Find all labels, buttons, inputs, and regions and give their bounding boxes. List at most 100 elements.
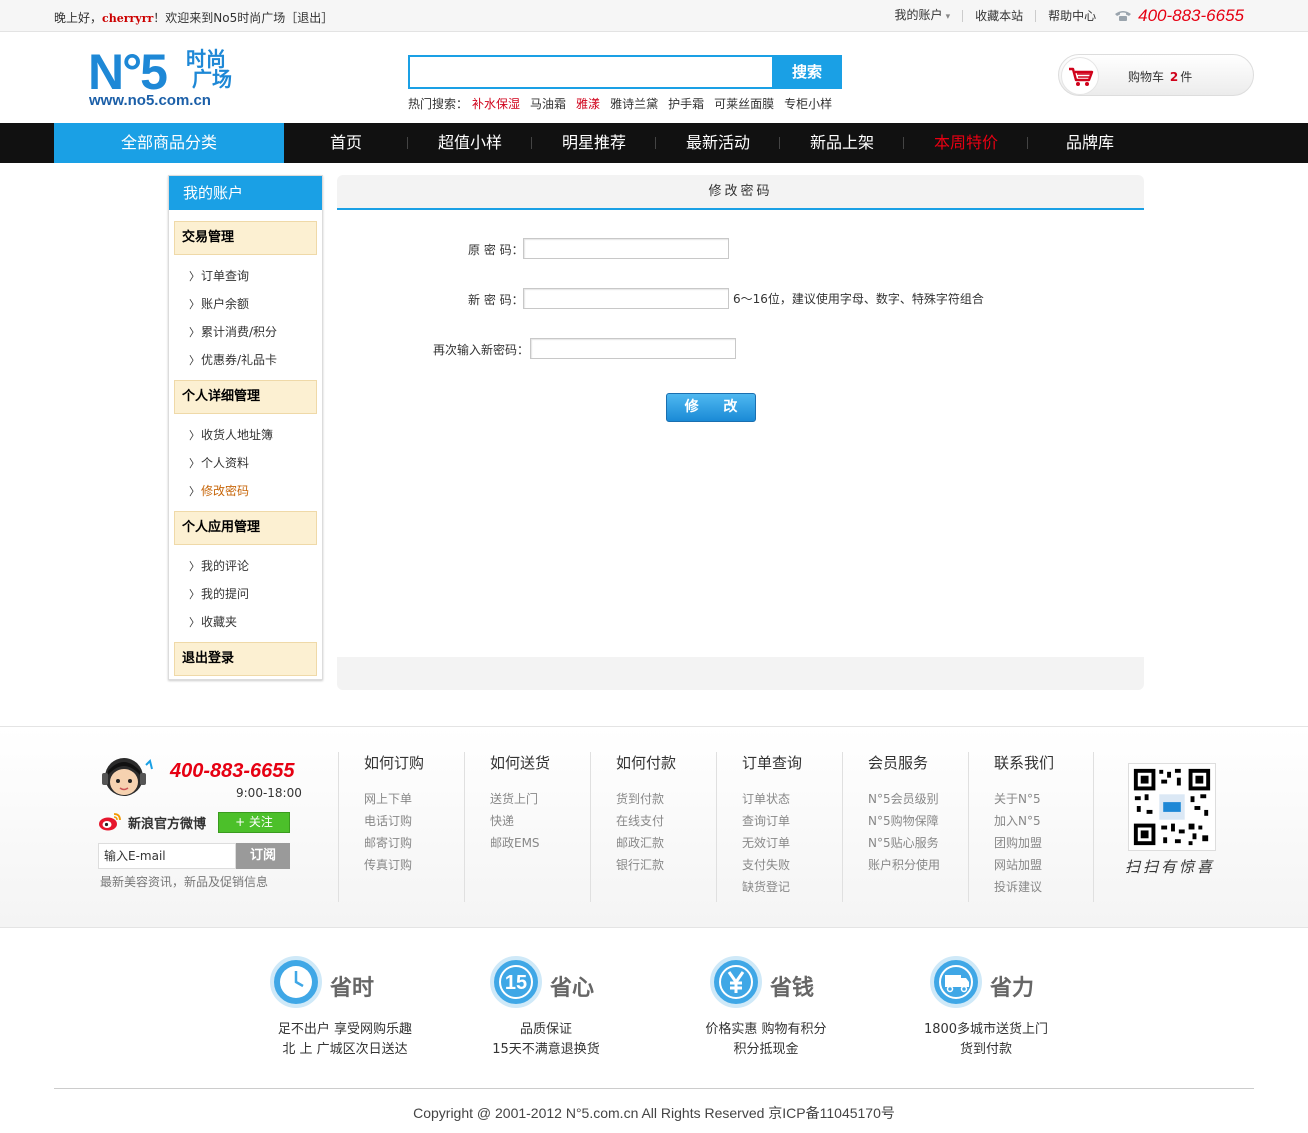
sidebar-item-my-reviews[interactable]: 〉我的评论 [189, 552, 322, 580]
follow-button[interactable]: + 关注 [218, 812, 290, 833]
sidebar-list-personal: 〉收货人地址簿 〉个人资料 〉修改密码 [169, 414, 322, 505]
customer-service-icon [102, 758, 153, 796]
footer-link[interactable]: 在线支付 [616, 810, 716, 832]
footer-link[interactable]: N°5会员级别 [868, 788, 968, 810]
footer-link[interactable]: 团购加盟 [994, 832, 1093, 854]
footer-link[interactable]: 快递 [490, 810, 590, 832]
footer-link[interactable]: 投诉建议 [994, 876, 1093, 898]
favorite-site-link[interactable]: 收藏本站 [962, 10, 1035, 22]
footer-link[interactable]: 支付失败 [742, 854, 842, 876]
sidebar-logout[interactable]: 退出登录 [174, 642, 317, 676]
sidebar-item-points[interactable]: 〉累计消费/积分 [189, 318, 322, 346]
hot-term[interactable]: 专柜小样 [784, 97, 832, 111]
sidebar-item-profile[interactable]: 〉个人资料 [189, 449, 322, 477]
submit-change-button[interactable]: 修 改 [666, 393, 756, 422]
nav-item-new-arrivals[interactable]: 新品上架 [780, 123, 904, 163]
benefit-desc: 价格实惠 购物有积分 积分抵现金 [656, 1020, 876, 1060]
greeting-suffix[interactable]: ！欢迎来到No5时尚广场［退出］ [153, 11, 333, 25]
nav-item-star-picks[interactable]: 明星推荐 [532, 123, 656, 163]
sidebar-item-label: 个人资料 [201, 456, 250, 470]
footer-link[interactable]: N°5购物保障 [868, 810, 968, 832]
nav-item-home[interactable]: 首页 [284, 123, 408, 163]
old-password-field[interactable] [523, 238, 729, 259]
nav-item-latest-events[interactable]: 最新活动 [656, 123, 780, 163]
chevron-right-icon: 〉 [189, 588, 200, 601]
footer-col-title: 会员服务 [868, 754, 929, 772]
benefit-line: 足不出户 享受网购乐趣 [277, 1022, 413, 1037]
search-box: 搜索 [408, 55, 842, 89]
hot-term[interactable]: 护手霜 [668, 97, 704, 111]
service-phone: 400-883-6655 [170, 760, 295, 782]
footer-link[interactable]: 送货上门 [490, 788, 590, 810]
benefit-line: 品质保证 [519, 1022, 572, 1037]
weibo-link[interactable]: 新浪官方微博 [98, 812, 206, 832]
chevron-right-icon: 〉 [189, 326, 200, 339]
yen-icon [710, 956, 762, 1008]
footer-link[interactable]: 缺货登记 [742, 876, 842, 898]
top-phone: 400-883-6655 [1108, 6, 1244, 26]
sidebar-item-orders[interactable]: 〉订单查询 [189, 262, 322, 290]
all-categories-button[interactable]: 全部商品分类 [54, 123, 284, 163]
sidebar-list-trade: 〉订单查询 〉账户余额 〉累计消费/积分 〉优惠券/礼品卡 [169, 255, 322, 374]
footer-link[interactable]: N°5贴心服务 [868, 832, 968, 854]
email-field[interactable]: 输入E-mail [98, 843, 236, 869]
new-password-field[interactable] [523, 288, 729, 309]
footer-link[interactable]: 货到付款 [616, 788, 716, 810]
top-bar: 晚上好，cherryrr！欢迎来到No5时尚广场［退出］ 我的账户 ▾ 收藏本站 … [0, 0, 1308, 32]
footer-link[interactable]: 无效订单 [742, 832, 842, 854]
sidebar-item-address-book[interactable]: 〉收货人地址簿 [189, 421, 322, 449]
sidebar-item-coupons[interactable]: 〉优惠券/礼品卡 [189, 346, 322, 374]
sidebar-item-balance[interactable]: 〉账户余额 [189, 290, 322, 318]
search-button[interactable]: 搜索 [772, 55, 842, 89]
footer-link[interactable]: 关于N°5 [994, 788, 1093, 810]
chevron-right-icon: 〉 [189, 429, 200, 442]
sidebar-list-apps: 〉我的评论 〉我的提问 〉收藏夹 [169, 545, 322, 636]
footer-link[interactable]: 网站加盟 [994, 854, 1093, 876]
sidebar-title: 我的账户 [169, 176, 322, 210]
hot-term[interactable]: 补水保湿 [472, 97, 520, 111]
footer-link[interactable]: 查询订单 [742, 810, 842, 832]
footer-link[interactable]: 加入N°5 [994, 810, 1093, 832]
hot-term[interactable]: 雅诗兰黛 [610, 97, 658, 111]
footer-link[interactable]: 电话订购 [364, 810, 464, 832]
search-input[interactable] [408, 55, 774, 89]
username[interactable]: cherryrr [102, 12, 153, 25]
subscribe-button[interactable]: 订阅 [236, 843, 290, 869]
hot-term[interactable]: 雅漾 [576, 97, 600, 111]
chevron-right-icon: 〉 [189, 560, 200, 573]
cart-button[interactable]: 购物车 2件 [1058, 54, 1254, 96]
confirm-password-field[interactable] [530, 338, 736, 359]
benefit-title: 省时 [330, 976, 375, 1001]
footer-link[interactable]: 网上下单 [364, 788, 464, 810]
nav-item-brands[interactable]: 品牌库 [1028, 123, 1152, 163]
nav-item-samples[interactable]: 超值小样 [408, 123, 532, 163]
footer-link[interactable]: 账户积分使用 [868, 854, 968, 876]
footer-link[interactable]: 邮寄订购 [364, 832, 464, 854]
greeting: 晚上好，cherryrr！欢迎来到No5时尚广场［退出］ [54, 9, 333, 26]
help-center-link[interactable]: 帮助中心 [1035, 10, 1108, 22]
service-hours: 9:00-18:00 [236, 786, 302, 800]
sidebar-item-my-questions[interactable]: 〉我的提问 [189, 580, 322, 608]
footer-col-delivery: 如何送货 送货上门 快递 邮政EMS [464, 752, 590, 902]
footer-link[interactable]: 邮政汇款 [616, 832, 716, 854]
site-logo[interactable]: N°5 时尚 广场 www.no5.com.cn [88, 47, 248, 112]
nav-item-weekly-specials[interactable]: 本周特价 [904, 123, 1028, 163]
footer-link[interactable]: 传真订购 [364, 854, 464, 876]
my-account-menu[interactable]: 我的账户 ▾ [883, 9, 963, 23]
chevron-right-icon: 〉 [189, 298, 200, 311]
sidebar-item-label: 订单查询 [201, 269, 250, 283]
footer-link[interactable]: 银行汇款 [616, 854, 716, 876]
cart-count: 2 [1169, 70, 1179, 84]
hot-term[interactable]: 马油霜 [530, 97, 566, 111]
clock-icon [270, 956, 322, 1008]
footer-col-title: 订单查询 [742, 754, 803, 772]
footer-link[interactable]: 订单状态 [742, 788, 842, 810]
sidebar-item-favorites[interactable]: 〉收藏夹 [189, 608, 322, 636]
benefit-line: 货到付款 [959, 1042, 1012, 1057]
sidebar-item-label: 收货人地址簿 [201, 428, 274, 442]
hot-term[interactable]: 可莱丝面膜 [714, 97, 774, 111]
sidebar-item-change-password[interactable]: 〉修改密码 [189, 477, 322, 505]
sidebar-item-label: 累计消费/积分 [201, 325, 278, 339]
nav-items: 首页 超值小样 明星推荐 最新活动 新品上架 本周特价 品牌库 [284, 123, 1152, 163]
footer-link[interactable]: 邮政EMS [490, 832, 590, 854]
